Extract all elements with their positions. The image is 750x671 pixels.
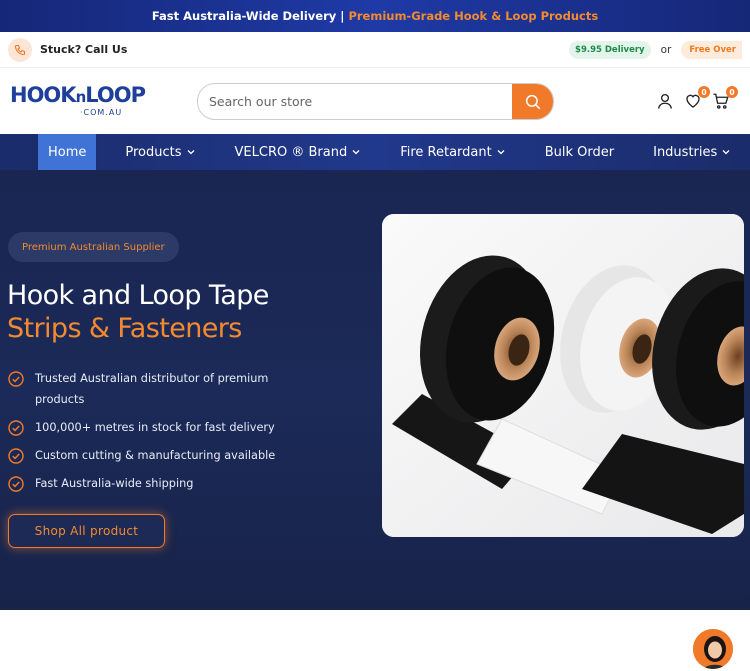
hero-subtitle: Strips & Fasteners bbox=[7, 313, 242, 344]
chevron-down-icon bbox=[352, 150, 360, 155]
shop-all-button[interactable]: Shop All product bbox=[8, 514, 165, 548]
chevron-down-icon bbox=[187, 150, 194, 155]
announcement-bar: Fast Australia-Wide Delivery | Premium-G… bbox=[0, 0, 750, 32]
hero-section: Premium Australian Supplier Hook and Loo… bbox=[0, 170, 750, 671]
logo-hook: HOOK bbox=[10, 83, 77, 107]
feature-text: Trusted Australian distributor of premiu… bbox=[35, 372, 269, 406]
nav-home-label: Home bbox=[48, 144, 87, 160]
cart-icon[interactable]: 0 bbox=[712, 86, 738, 110]
hero-title: Hook and Loop Tape bbox=[7, 280, 269, 311]
nav-industries-label: Industries bbox=[653, 144, 718, 160]
nav-bulk-label: Bulk Order bbox=[544, 144, 615, 160]
tape-rolls-image bbox=[382, 214, 744, 537]
nav-products[interactable]: Products bbox=[115, 134, 205, 170]
top-bar: Stuck? Call Us $9.95 Delivery or Free Ov… bbox=[0, 32, 750, 68]
account-icon[interactable] bbox=[656, 92, 674, 110]
feature-text: Fast Australia-wide shipping bbox=[35, 477, 194, 490]
cart-count: 0 bbox=[726, 86, 738, 98]
free-delivery-badge: Free Over bbox=[681, 40, 742, 59]
nav-bulk-order[interactable]: Bulk Order bbox=[535, 134, 624, 170]
search-icon bbox=[525, 94, 540, 109]
wishlist-count: 0 bbox=[698, 86, 710, 98]
list-item: 100,000+ metres in stock for fast delive… bbox=[8, 417, 278, 438]
feature-text: 100,000+ metres in stock for fast delive… bbox=[35, 421, 275, 434]
check-badge-icon bbox=[8, 420, 24, 436]
product-image bbox=[382, 214, 744, 537]
page-bottom bbox=[0, 610, 750, 628]
announcement-highlight: Premium-Grade Hook & Loop Products bbox=[348, 9, 599, 23]
or-text: or bbox=[660, 43, 672, 56]
check-badge-icon bbox=[8, 371, 24, 387]
logo-domain: ·COM.AU bbox=[80, 108, 123, 117]
nav-industries[interactable]: Industries bbox=[643, 134, 741, 170]
check-badge-icon bbox=[8, 448, 24, 464]
list-item: Trusted Australian distributor of premiu… bbox=[8, 368, 278, 410]
nav-home[interactable]: Home bbox=[38, 134, 97, 170]
header-icons: 0 0 bbox=[656, 86, 738, 110]
avatar bbox=[693, 629, 733, 669]
delivery-badge: $9.95 Delivery bbox=[569, 40, 651, 59]
nav-velcro[interactable]: VELCRO ® Brand bbox=[225, 134, 372, 170]
search-input[interactable] bbox=[198, 84, 512, 119]
wishlist-icon[interactable]: 0 bbox=[684, 86, 710, 110]
search-bar bbox=[197, 83, 554, 120]
check-badge-icon bbox=[8, 476, 24, 492]
announcement-text: Fast Australia-Wide Delivery | bbox=[151, 9, 345, 23]
search-button[interactable] bbox=[512, 84, 553, 119]
list-item: Custom cutting & manufacturing available bbox=[8, 445, 278, 466]
chevron-down-icon bbox=[722, 150, 730, 155]
nav-fire-retardant[interactable]: Fire Retardant bbox=[390, 134, 516, 170]
chevron-down-icon bbox=[497, 150, 505, 155]
site-header: HOOKnLOOP ·COM.AU 0 0 bbox=[0, 68, 750, 134]
nav-products-label: Products bbox=[125, 144, 182, 160]
main-nav: Home Products VELCRO ® Brand Fire Retard… bbox=[0, 134, 750, 170]
nav-velcro-label: VELCRO ® Brand bbox=[234, 144, 348, 160]
logo-loop: LOOP bbox=[85, 83, 146, 107]
feature-list: Trusted Australian distributor of premiu… bbox=[8, 368, 278, 501]
call-us-link[interactable]: Stuck? Call Us bbox=[40, 43, 127, 56]
nav-fire-label: Fire Retardant bbox=[400, 144, 492, 160]
feature-text: Custom cutting & manufacturing available bbox=[35, 449, 276, 462]
phone-icon[interactable] bbox=[8, 37, 32, 62]
logo-n: n bbox=[75, 88, 87, 106]
supplier-badge: Premium Australian Supplier bbox=[8, 232, 179, 262]
chat-avatar-button[interactable] bbox=[691, 627, 735, 671]
site-logo[interactable]: HOOKnLOOP ·COM.AU bbox=[10, 81, 160, 121]
list-item: Fast Australia-wide shipping bbox=[8, 473, 278, 494]
